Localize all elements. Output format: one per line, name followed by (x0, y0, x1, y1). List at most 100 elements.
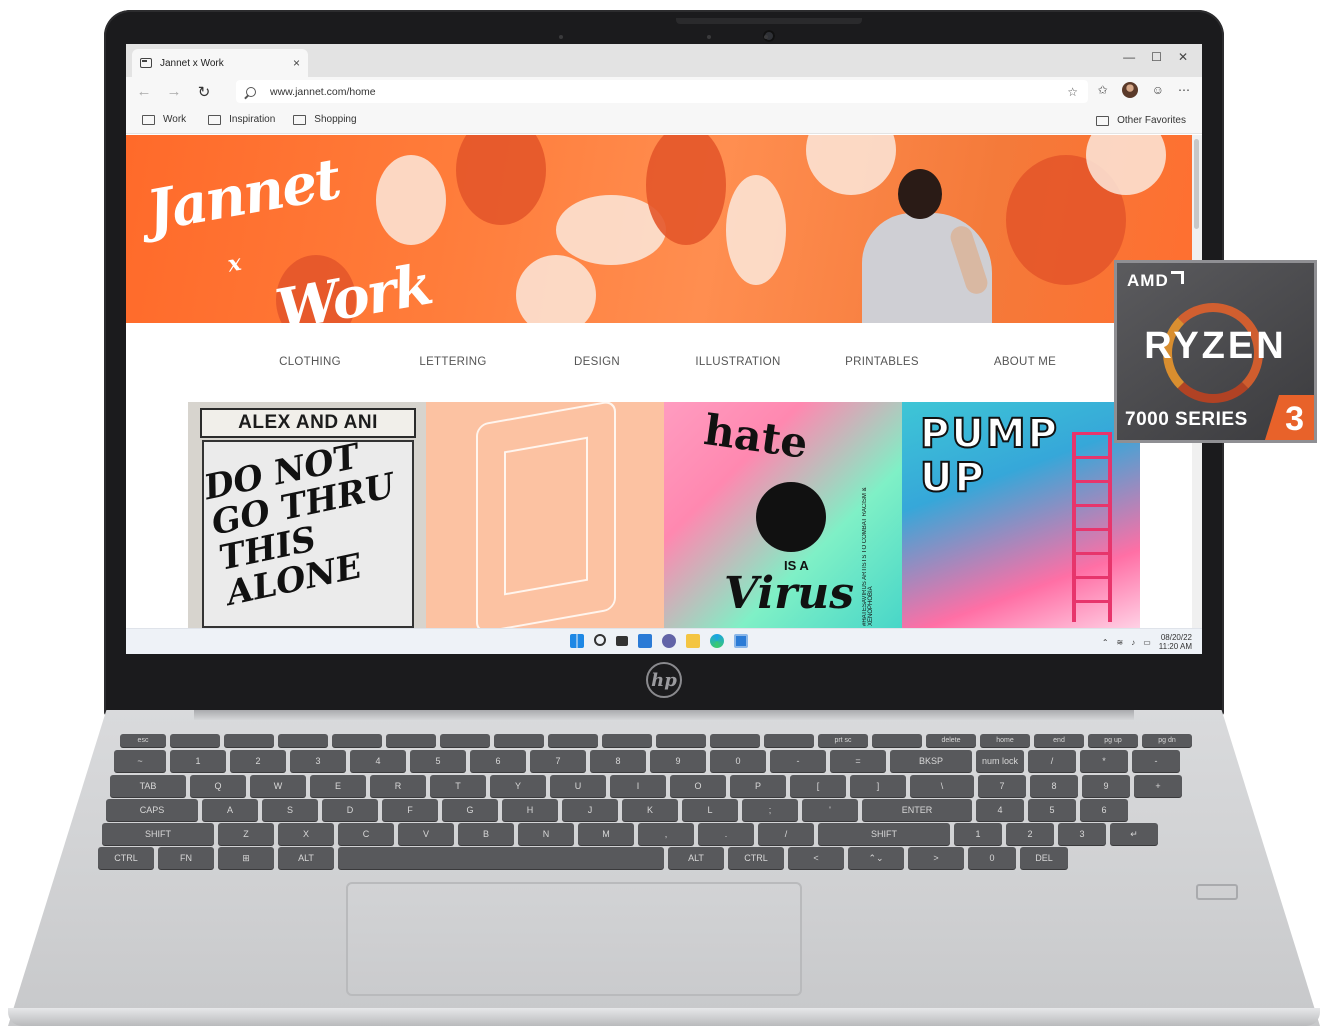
key[interactable]: ⊞ (218, 847, 274, 869)
add-favorite-star-icon[interactable]: ☆ (1067, 85, 1078, 99)
key[interactable]: S (262, 799, 318, 821)
key[interactable]: N (518, 823, 574, 845)
start-windows-icon[interactable] (570, 634, 584, 648)
key[interactable]: ↵ (1110, 823, 1158, 845)
tab-close-icon[interactable]: × (293, 56, 300, 70)
key[interactable]: B (458, 823, 514, 845)
key[interactable]: 5 (410, 750, 466, 772)
key[interactable]: 3 (1058, 823, 1106, 845)
key[interactable]: 7 (530, 750, 586, 772)
key[interactable] (656, 734, 706, 747)
key[interactable]: 4 (976, 799, 1024, 821)
key[interactable]: pg up (1088, 734, 1138, 747)
favorite-shopping[interactable]: Shopping (293, 114, 357, 125)
nav-design[interactable]: DESIGN (574, 356, 620, 368)
key[interactable]: - (770, 750, 826, 772)
nav-clothing[interactable]: CLOTHING (279, 356, 341, 368)
key[interactable] (548, 734, 598, 747)
key[interactable]: home (980, 734, 1030, 747)
key[interactable]: 0 (968, 847, 1016, 869)
favorite-other[interactable]: Other Favorites (1096, 115, 1186, 126)
key[interactable]: , (638, 823, 694, 845)
key[interactable]: ~ (114, 750, 166, 772)
key[interactable]: J (562, 799, 618, 821)
key[interactable]: [ (790, 775, 846, 797)
key[interactable]: Y (490, 775, 546, 797)
key[interactable]: F (382, 799, 438, 821)
nav-lettering[interactable]: LETTERING (419, 356, 486, 368)
key[interactable]: DEL (1020, 847, 1068, 869)
key[interactable]: 2 (1006, 823, 1054, 845)
key[interactable]: L (682, 799, 738, 821)
minimize-icon[interactable]: — (1123, 50, 1135, 64)
key[interactable]: CAPS (106, 799, 198, 821)
key[interactable]: > (908, 847, 964, 869)
nav-illustration[interactable]: ILLUSTRATION (695, 356, 780, 368)
key[interactable] (224, 734, 274, 747)
store-icon[interactable] (734, 634, 748, 648)
key[interactable]: \ (910, 775, 974, 797)
key[interactable]: end (1034, 734, 1084, 747)
key[interactable] (872, 734, 922, 747)
key[interactable] (386, 734, 436, 747)
key[interactable]: 1 (954, 823, 1002, 845)
key[interactable]: pg dn (1142, 734, 1192, 747)
key[interactable]: O (670, 775, 726, 797)
back-arrow-icon[interactable]: ← (132, 83, 156, 100)
file-explorer-icon[interactable] (686, 634, 700, 648)
key[interactable]: P (730, 775, 786, 797)
key[interactable]: . (698, 823, 754, 845)
key[interactable] (338, 847, 664, 869)
key[interactable]: prt sc (818, 734, 868, 747)
key[interactable]: + (1134, 775, 1182, 797)
key[interactable] (440, 734, 490, 747)
key[interactable]: BKSP (890, 750, 972, 772)
key[interactable]: 5 (1028, 799, 1076, 821)
key[interactable]: G (442, 799, 498, 821)
key[interactable]: R (370, 775, 426, 797)
edge-browser-icon[interactable] (710, 634, 724, 648)
key[interactable]: / (758, 823, 814, 845)
key[interactable]: num lock (976, 750, 1024, 772)
clock[interactable]: 08/20/22 11:20 AM (1159, 633, 1192, 651)
key[interactable] (764, 734, 814, 747)
key[interactable]: 0 (710, 750, 766, 772)
key[interactable]: X (278, 823, 334, 845)
key[interactable] (332, 734, 382, 747)
refresh-icon[interactable]: ↻ (192, 83, 216, 101)
key[interactable]: K (622, 799, 678, 821)
feedback-smiley-icon[interactable]: ☺ (1152, 83, 1164, 97)
address-bar[interactable]: www.jannet.com/home ☆ (236, 80, 1088, 103)
key[interactable]: 6 (470, 750, 526, 772)
key[interactable]: Q (190, 775, 246, 797)
wifi-icon[interactable]: ≋ (1117, 638, 1124, 647)
key[interactable]: 8 (590, 750, 646, 772)
key[interactable]: CTRL (728, 847, 784, 869)
nav-printables[interactable]: PRINTABLES (845, 356, 919, 368)
profile-avatar[interactable] (1121, 82, 1138, 98)
key[interactable]: esc (120, 734, 166, 747)
key[interactable]: T (430, 775, 486, 797)
key[interactable]: H (502, 799, 558, 821)
key[interactable]: 8 (1030, 775, 1078, 797)
forward-arrow-icon[interactable]: → (162, 83, 186, 100)
search-icon[interactable] (594, 634, 606, 646)
favorite-work[interactable]: Work (142, 114, 186, 125)
key[interactable]: E (310, 775, 366, 797)
maximize-icon[interactable]: ☐ (1151, 50, 1162, 64)
key[interactable]: - (1132, 750, 1180, 772)
key[interactable]: I (610, 775, 666, 797)
nav-about-me[interactable]: ABOUT ME (994, 356, 1056, 368)
key[interactable]: CTRL (98, 847, 154, 869)
key[interactable]: SHIFT (818, 823, 950, 845)
gallery-tile-mural[interactable]: ALEX AND ANI DO NOT GO THRU THIS ALONE (188, 402, 426, 628)
key[interactable]: C (338, 823, 394, 845)
key[interactable]: D (322, 799, 378, 821)
key[interactable]: Z (218, 823, 274, 845)
key[interactable]: ALT (668, 847, 724, 869)
key[interactable] (710, 734, 760, 747)
key[interactable]: 7 (978, 775, 1026, 797)
key[interactable]: ALT (278, 847, 334, 869)
key[interactable]: * (1080, 750, 1128, 772)
key[interactable]: V (398, 823, 454, 845)
